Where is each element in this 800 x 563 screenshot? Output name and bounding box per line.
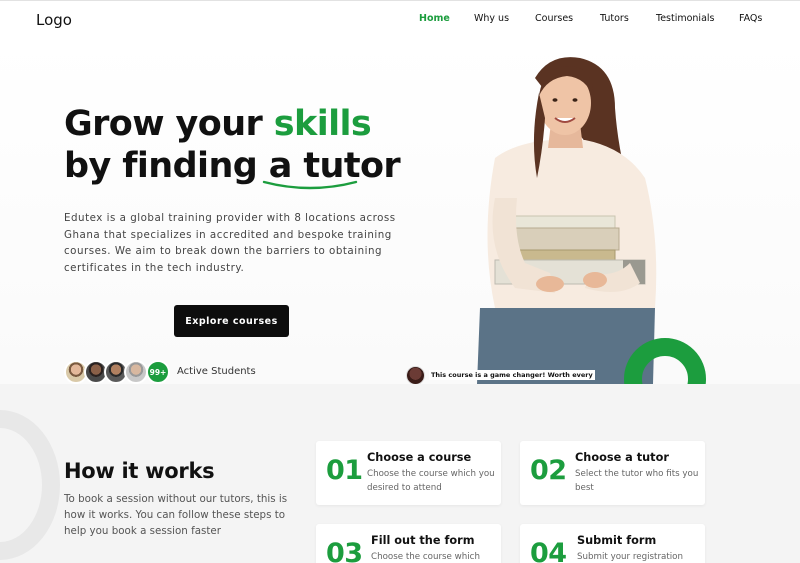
- active-students-label: Active Students: [177, 366, 256, 377]
- step-title: Fill out the form: [371, 534, 475, 547]
- step-number: 04: [530, 538, 567, 563]
- decorative-ring: [622, 336, 708, 384]
- nav-item-courses[interactable]: Courses: [535, 13, 573, 24]
- step-description: Choose the course which you desired to a…: [367, 469, 495, 493]
- hero-title-prefix: Grow your: [64, 104, 274, 144]
- decorative-arc: [0, 410, 60, 560]
- logo[interactable]: Logo: [36, 11, 72, 29]
- students-count-badge: 99+: [146, 360, 170, 384]
- step-card-1[interactable]: 01 Choose a course Choose the course whi…: [316, 441, 501, 505]
- step-title: Submit form: [577, 534, 657, 547]
- hero-description: Edutex is a global training provider wit…: [64, 212, 396, 274]
- how-it-works-title: How it works: [64, 459, 215, 483]
- hero-title-highlight: skills: [273, 104, 372, 144]
- hero-title-line1: Grow your skills: [64, 104, 372, 144]
- explore-courses-button[interactable]: Explore courses: [174, 305, 289, 337]
- nav-item-home[interactable]: Home: [419, 13, 450, 24]
- step-title: Choose a tutor: [575, 451, 669, 464]
- nav-item-testimonials[interactable]: Testimonials: [656, 13, 714, 24]
- step-card-2[interactable]: 02 Choose a tutor Select the tutor who f…: [520, 441, 705, 505]
- nav-item-faqs[interactable]: FAQs: [739, 13, 762, 24]
- ring-shape-icon: [624, 338, 706, 384]
- step-description: Select the tutor who fits you best: [575, 469, 699, 493]
- how-it-works-section: How it works To book a session without o…: [0, 384, 800, 563]
- hero-student-image: [477, 57, 657, 384]
- step-number: 03: [326, 538, 363, 563]
- step-title: Choose a course: [367, 451, 472, 464]
- hero-title-line2: by finding a tutor: [64, 146, 401, 186]
- step-description: Submit your registration: [577, 552, 683, 562]
- nav-item-why-us[interactable]: Why us: [474, 13, 509, 24]
- nav-item-tutors[interactable]: Tutors: [600, 13, 629, 24]
- step-number: 01: [326, 455, 363, 486]
- hero-section: Grow your skills by finding a tutor Edut…: [0, 38, 800, 385]
- how-it-works-description: To book a session without our tutors, th…: [64, 493, 288, 537]
- step-card-3[interactable]: 03 Fill out the form Choose the course w…: [316, 524, 501, 563]
- step-number: 02: [530, 455, 567, 486]
- avatar: [124, 360, 148, 384]
- step-description: Choose the course which: [371, 552, 480, 562]
- avatar: [406, 365, 425, 385]
- top-navbar: Logo Home Why us Courses Tutors Testimon…: [0, 0, 800, 38]
- testimonial-chip: This course is a game changer! Worth eve…: [406, 365, 595, 385]
- testimonial-text: This course is a game changer! Worth eve…: [429, 370, 595, 380]
- step-card-4[interactable]: 04 Submit form Submit your registration: [520, 524, 705, 563]
